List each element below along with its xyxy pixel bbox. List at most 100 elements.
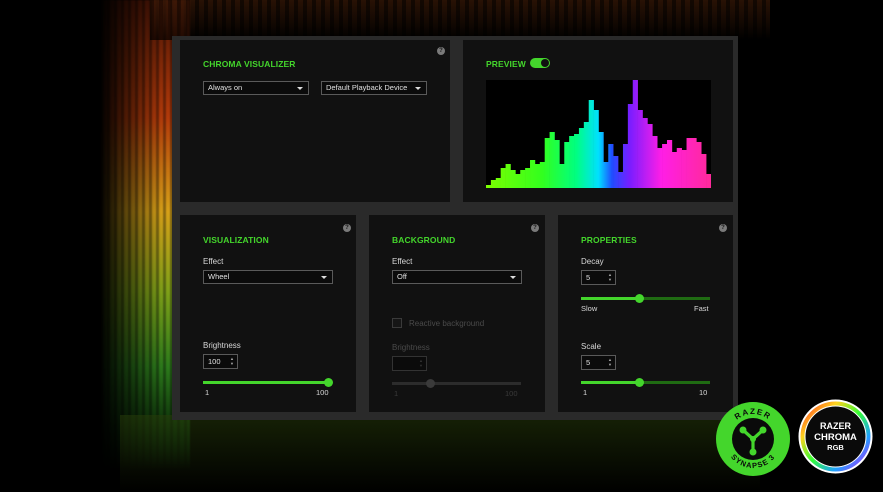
spectrum-bar: [652, 136, 658, 188]
spectrum-bar: [632, 80, 638, 188]
scale-stepper-value: 5: [586, 358, 591, 367]
chevron-down-icon: [297, 87, 303, 90]
mode-select[interactable]: Always on: [203, 81, 309, 95]
help-icon[interactable]: ?: [531, 224, 539, 232]
slider-knob[interactable]: [323, 378, 333, 387]
spectrum-bar: [696, 142, 702, 188]
stepper-arrows-icon[interactable]: ▲ ▼: [608, 272, 612, 282]
scale-slider[interactable]: [581, 378, 710, 387]
brightness-max: 100: [316, 388, 329, 397]
visualization-effect-value: Wheel: [208, 272, 230, 281]
background-spectrum-top: [150, 0, 770, 40]
spectrum-bar: [559, 164, 565, 188]
spectrum-bar: [525, 168, 531, 188]
slider-fill: [392, 382, 431, 385]
spectrum-bar: [554, 140, 560, 188]
decay-stepper-value: 5: [586, 273, 591, 282]
spectrum-bar: [622, 144, 629, 188]
spectrum-bar: [593, 110, 599, 188]
toggle-knob: [541, 59, 549, 67]
spectrum-bar: [642, 118, 648, 188]
help-icon[interactable]: ?: [719, 224, 727, 232]
device-select[interactable]: Default Playback Device: [321, 81, 427, 95]
reactive-background-label: Reactive background: [409, 319, 485, 328]
background-panel: BACKGROUND ? Effect Off Reactive backgro…: [369, 215, 545, 412]
spectrum-bar: [706, 174, 711, 188]
razer-chroma-rgb-logo: RAZER CHROMA RGB: [798, 399, 873, 474]
decay-min: Slow: [581, 304, 598, 313]
mode-select-value: Always on: [208, 83, 243, 92]
decay-stepper[interactable]: 5 ▲ ▼: [581, 270, 616, 285]
preview-toggle[interactable]: [530, 58, 550, 68]
chroma-line2: CHROMA: [814, 432, 857, 443]
device-select-value: Default Playback Device: [326, 83, 408, 92]
spectrum-bar: [500, 168, 506, 188]
chroma-visualizer-title: CHROMA VISUALIZER: [203, 59, 296, 69]
background-brightness-slider: [392, 379, 521, 388]
stepper-arrows-icon: ▲ ▼: [419, 358, 423, 368]
help-icon[interactable]: ?: [343, 224, 351, 232]
scale-min: 1: [583, 388, 588, 397]
spectrum-bar: [671, 152, 678, 188]
spectrum-preview: [486, 80, 711, 188]
chevron-down-icon: [510, 276, 516, 279]
background-effect-select[interactable]: Off: [392, 270, 522, 284]
properties-title: PROPERTIES: [581, 235, 637, 245]
spectrum-bar: [574, 134, 580, 188]
stepper-arrows-icon[interactable]: ▲ ▼: [230, 356, 234, 366]
spectrum-bar: [598, 132, 604, 188]
slider-fill: [581, 381, 640, 384]
brightness-stepper[interactable]: 100 ▲ ▼: [203, 354, 238, 369]
spectrum-bar: [495, 178, 501, 188]
slider-fill: [581, 297, 640, 300]
brightness-label: Brightness: [392, 343, 430, 352]
background-title: BACKGROUND: [392, 235, 456, 245]
help-icon[interactable]: ?: [437, 47, 445, 55]
spectrum-bar: [627, 104, 634, 188]
spectrum-bar: [603, 162, 609, 188]
spectrum-bar: [686, 138, 692, 188]
visualization-panel: VISUALIZATION ? Effect Wheel Brightness …: [180, 215, 356, 412]
spectrum-bar: [583, 122, 590, 188]
spectrum-bar: [618, 172, 624, 188]
brightness-label: Brightness: [203, 341, 241, 350]
spectrum-bar: [613, 156, 619, 188]
brightness-min: 1: [205, 388, 210, 397]
spectrum-bars: [486, 80, 711, 188]
background-brightness-max: 100: [505, 389, 518, 398]
spectrum-bar: [510, 170, 516, 188]
visualization-title: VISUALIZATION: [203, 235, 269, 245]
spectrum-bar: [588, 100, 594, 188]
background-glow-bottom: [120, 415, 760, 492]
slider-knob: [426, 379, 436, 388]
spectrum-bar: [701, 154, 707, 188]
spectrum-bar: [520, 170, 526, 188]
slider-fill: [203, 381, 328, 384]
spectrum-bar: [657, 148, 663, 188]
reactive-background-checkbox[interactable]: [392, 318, 402, 328]
spectrum-bar: [662, 144, 668, 188]
effect-label: Effect: [392, 257, 413, 266]
decay-slider[interactable]: [581, 294, 710, 303]
stepper-arrows-icon[interactable]: ▲ ▼: [608, 357, 612, 367]
spectrum-bar: [666, 140, 673, 188]
brightness-stepper-value: 100: [208, 357, 221, 366]
spectrum-bar: [681, 150, 687, 188]
background-brightness-stepper: ▲ ▼: [392, 356, 427, 371]
properties-panel: PROPERTIES ? Decay 5 ▲ ▼ Slow Fast Scale …: [558, 215, 733, 412]
scale-stepper[interactable]: 5 ▲ ▼: [581, 355, 616, 370]
spectrum-bar: [544, 138, 550, 188]
visualization-effect-select[interactable]: Wheel: [203, 270, 333, 284]
slider-knob[interactable]: [634, 378, 644, 387]
chevron-down-icon: [321, 276, 327, 279]
chroma-line1: RAZER: [820, 421, 851, 431]
chroma-visualizer-panel: CHROMA VISUALIZER ? Always on Default Pl…: [180, 40, 450, 202]
spectrum-bar: [637, 110, 643, 188]
slider-knob[interactable]: [634, 294, 644, 303]
preview-title: PREVIEW: [486, 59, 526, 69]
effect-label: Effect: [203, 257, 224, 266]
scale-label: Scale: [581, 342, 602, 351]
spectrum-bar: [534, 164, 541, 188]
brightness-slider[interactable]: [203, 378, 333, 387]
spectrum-bar: [578, 128, 585, 188]
